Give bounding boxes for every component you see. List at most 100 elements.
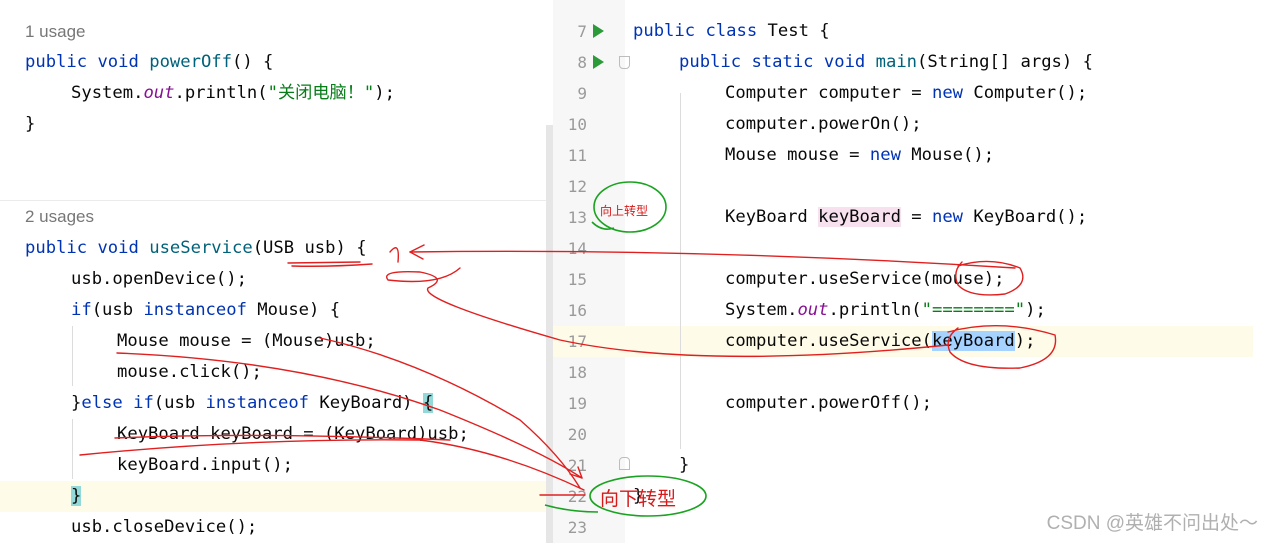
selected-arg-keyboard[interactable]: keyBoard [931,331,1015,351]
code-token: (USB usb) [252,238,357,258]
code-token: .println( [828,300,922,320]
kw-new: new [931,83,964,103]
line-number[interactable]: 17 [553,326,587,357]
code-line-close-brace: } [25,114,36,134]
code-token: ); [983,269,1005,289]
code-token: = [900,207,932,227]
kw-instanceof: instanceof [205,393,310,413]
indent-guide [72,326,73,386]
code-line-11: Mouse mouse = new Mouse(); [725,140,994,171]
line-number[interactable]: 12 [553,171,587,202]
usage-hint-useservice[interactable]: 2 usages [25,207,94,227]
usage-hint-poweroff[interactable]: 1 usage [25,22,86,42]
code-token: computer.useService( [725,331,932,351]
code-token: KeyBoard(); [963,207,1088,227]
code-line-19: computer.powerOff(); [725,393,932,413]
line-number[interactable]: 8 [553,47,587,78]
kw-if: if [71,300,92,320]
caret-line-highlight [0,481,553,512]
line-number[interactable]: 9 [553,78,587,109]
code-line-16: System.out.println("========"); [725,295,1046,326]
code-line-else-if-keyboard: }else if(usb instanceof KeyBoard) { [71,388,434,419]
matched-brace-close: } [71,486,82,506]
method-separator [0,200,553,201]
line-number[interactable]: 11 [553,140,587,171]
kw-void: void [97,238,139,258]
kw-instanceof: instanceof [143,300,247,320]
kw-new: new [869,145,901,165]
indent-guide [680,93,681,449]
method-name-poweroff: powerOff [149,52,233,72]
code-token: (String[] args) { [917,52,1093,72]
code-token: Computer(); [963,83,1088,103]
code-line-13: KeyBoard keyBoard = new KeyBoard(); [725,202,1087,233]
code-line-7: public class Test { [633,16,830,47]
kw-void: void [813,52,866,72]
code-line-9: Computer computer = new Computer(); [725,78,1087,109]
code-token: KeyBoard [725,207,819,227]
line-number[interactable]: 15 [553,264,587,295]
kw-new: new [931,207,964,227]
kw-else-if: else if [81,393,154,413]
static-field-out: out [797,300,829,320]
code-token: computer.useService( [725,269,932,289]
code-line-15: computer.useService(mouse); [725,264,1004,295]
line-number[interactable]: 21 [553,450,587,481]
code-token: ); [1025,300,1046,320]
code-token: { [356,238,367,258]
line-number[interactable]: 19 [553,388,587,419]
line-number[interactable]: 18 [553,357,587,388]
method-name-useservice: useService [149,238,253,258]
annotation-downcast: 向下转型 [600,489,677,510]
static-field-out: out [143,83,175,103]
run-icon[interactable] [593,55,604,69]
line-number[interactable]: 14 [553,233,587,264]
line-number[interactable]: 7 [553,16,587,47]
vertical-scrollbar[interactable] [546,125,553,543]
kw-public: public [25,238,88,258]
code-token: Mouse) { [246,300,341,320]
line-number[interactable]: 20 [553,419,587,450]
kw-public: public [25,52,88,72]
kw-class: class [695,21,758,41]
kw-public: public [679,52,742,72]
kw-static: static [741,52,814,72]
matched-brace-open: { [422,393,434,413]
code-token: (usb [153,393,206,413]
code-line-10: computer.powerOn(); [725,114,922,134]
code-token: ); [1014,331,1036,351]
code-token: } [71,393,82,413]
code-token: (usb [91,300,144,320]
code-line-poweroff-decl: public void powerOff() { [25,47,273,78]
kw-void: void [97,52,139,72]
code-line-keyboard-input: keyBoard.input(); [117,455,293,475]
line-number[interactable]: 23 [553,512,587,543]
line-number[interactable]: 10 [553,109,587,140]
method-name-main: main [865,52,918,72]
code-token: () { [232,52,274,72]
right-editor-pane[interactable]: 7 8 9 10 11 12 13 14 15 16 17 18 19 20 21 22 23 public c… [553,0,1268,543]
arg-mouse: mouse [931,269,984,289]
code-line-17: computer.useService(keyBoard); [725,326,1035,357]
run-icon[interactable] [593,24,604,38]
line-number[interactable]: 13 [553,202,587,233]
fold-icon[interactable] [619,457,630,470]
code-line-8: public static void main(String[] args) { [679,47,1093,78]
line-number[interactable]: 22 [553,481,587,512]
watermark: CSDN @英雄不问出处～ [1046,513,1258,534]
line-number[interactable]: 16 [553,295,587,326]
fold-icon[interactable] [619,56,630,69]
code-token: System. [71,83,144,103]
code-line-cast-keyboard: KeyBoard keyBoard = (KeyBoard)usb; [117,424,469,444]
code-token: Test { [757,21,830,41]
code-line-close-brace-match: } [71,481,82,512]
variable-keyboard-highlight: keyBoard [818,207,901,227]
left-editor-pane[interactable]: 1 usage public void powerOff() { System.… [0,0,553,543]
code-line-mouse-click: mouse.click(); [117,362,262,382]
code-token: ); [374,83,395,103]
code-token: Computer computer = [725,83,932,103]
kw-public: public [633,21,696,41]
code-token: .println( [174,83,268,103]
code-line-cast-mouse: Mouse mouse = (Mouse)usb; [117,331,376,351]
code-token: Mouse mouse = [725,145,870,165]
